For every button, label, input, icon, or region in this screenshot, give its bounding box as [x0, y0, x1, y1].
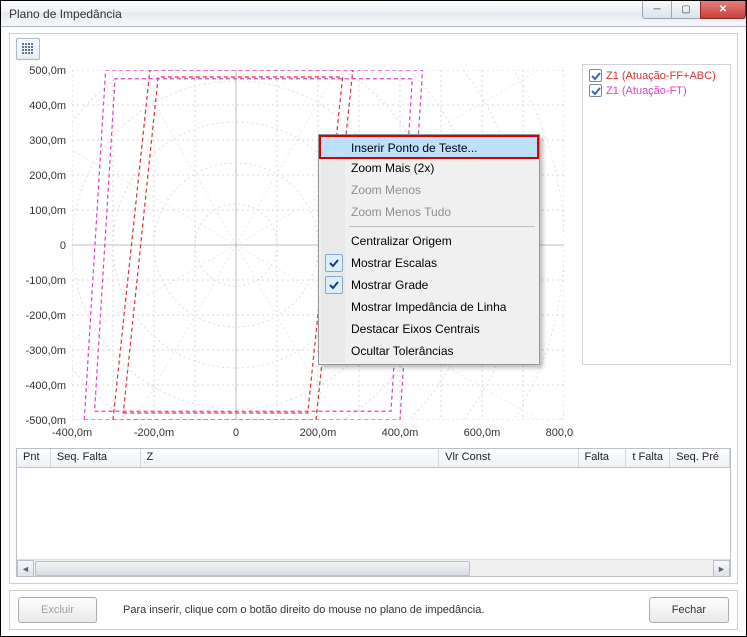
- menu-item[interactable]: Inserir Ponto de Teste...: [319, 135, 539, 159]
- menu-item: Zoom Menos Tudo: [321, 201, 537, 223]
- legend-label: Z1 (Atuação-FT): [606, 85, 687, 97]
- menu-item-label: Mostrar Impedância de Linha: [351, 300, 506, 314]
- window-title: Plano de Impedância: [9, 7, 122, 21]
- scroll-right-button[interactable]: ►: [713, 560, 730, 577]
- svg-text:300,0m: 300,0m: [29, 135, 66, 147]
- svg-text:0: 0: [60, 240, 66, 252]
- legend-item[interactable]: Z1 (Atuação-FF+ABC): [589, 69, 724, 82]
- menu-item[interactable]: Destacar Eixos Centrais: [321, 318, 537, 340]
- svg-text:400,0m: 400,0m: [382, 427, 419, 439]
- menu-item-label: Centralizar Origem: [351, 234, 452, 248]
- menu-item[interactable]: Zoom Mais (2x): [321, 157, 537, 179]
- table-body: [17, 468, 730, 559]
- legend-checkbox[interactable]: [589, 69, 602, 82]
- grid-icon: [21, 42, 35, 56]
- menu-item-label: Zoom Mais (2x): [351, 161, 434, 175]
- check-icon: [591, 86, 601, 96]
- column-header[interactable]: Seq. Falta: [51, 449, 141, 467]
- menu-item[interactable]: Mostrar Escalas: [321, 252, 537, 274]
- svg-text:-400,0m: -400,0m: [26, 380, 66, 392]
- table-header: PntSeq. FaltaZVlr ConstFaltat FaltaSeq. …: [17, 449, 730, 468]
- menu-item-label: Zoom Menos: [351, 183, 421, 197]
- menu-item[interactable]: Mostrar Impedância de Linha: [321, 296, 537, 318]
- menu-item-label: Mostrar Escalas: [351, 256, 437, 270]
- svg-text:-200,0m: -200,0m: [26, 310, 66, 322]
- menu-separator: [349, 226, 535, 227]
- column-header[interactable]: Seq. Pré: [670, 449, 730, 467]
- close-button[interactable]: ✕: [700, 1, 746, 19]
- column-header[interactable]: Vlr Const: [439, 449, 578, 467]
- check-icon: [591, 71, 601, 81]
- svg-text:0: 0: [233, 427, 239, 439]
- scroll-left-button[interactable]: ◄: [17, 560, 34, 577]
- svg-text:500,0m: 500,0m: [29, 65, 66, 77]
- menu-item-label: Inserir Ponto de Teste...: [351, 141, 478, 155]
- column-header[interactable]: Z: [141, 449, 440, 467]
- titlebar: Plano de Impedância ─ ▢ ✕: [1, 1, 746, 27]
- menu-item: Zoom Menos: [321, 179, 537, 201]
- svg-text:100,0m: 100,0m: [29, 205, 66, 217]
- legend-checkbox[interactable]: [589, 84, 602, 97]
- bottom-toolbar: Excluir Para inserir, clique com o botão…: [9, 590, 738, 630]
- svg-text:600,0m: 600,0m: [464, 427, 501, 439]
- horizontal-scrollbar[interactable]: ◄ ►: [17, 559, 730, 576]
- check-icon: [325, 254, 343, 272]
- menu-item-label: Ocultar Tolerâncias: [351, 344, 454, 358]
- legend-label: Z1 (Atuação-FF+ABC): [606, 70, 716, 82]
- column-header[interactable]: Pnt: [17, 449, 51, 467]
- check-icon: [325, 276, 343, 294]
- main-panel: 500,0m 400,0m 300,0m 200,0m 100,0m 0 -100,0m -2…: [9, 33, 738, 584]
- menu-item-label: Zoom Menos Tudo: [351, 205, 451, 219]
- svg-text:400,0m: 400,0m: [29, 100, 66, 112]
- points-table: PntSeq. FaltaZVlr ConstFaltat FaltaSeq. …: [16, 448, 731, 577]
- minimize-button[interactable]: ─: [642, 1, 672, 19]
- column-header[interactable]: t Falta: [626, 449, 670, 467]
- legend-panel: Z1 (Atuação-FF+ABC) Z1 (Atuação-FT): [582, 64, 731, 365]
- close-dialog-button[interactable]: Fechar: [649, 597, 729, 623]
- svg-text:-100,0m: -100,0m: [26, 275, 66, 287]
- svg-text:-400,0m: -400,0m: [52, 427, 92, 439]
- svg-text:200,0m: 200,0m: [300, 427, 337, 439]
- svg-text:-200,0m: -200,0m: [134, 427, 174, 439]
- hint-text: Para inserir, clique com o botão direito…: [123, 604, 484, 616]
- svg-text:-300,0m: -300,0m: [26, 345, 66, 357]
- svg-text:-500,0m: -500,0m: [26, 415, 66, 427]
- maximize-button[interactable]: ▢: [671, 1, 701, 19]
- grid-toolbar-button[interactable]: [16, 38, 40, 60]
- menu-item-label: Destacar Eixos Centrais: [351, 322, 480, 336]
- menu-item[interactable]: Ocultar Tolerâncias: [321, 340, 537, 362]
- delete-button[interactable]: Excluir: [18, 597, 97, 623]
- context-menu: Inserir Ponto de Teste... Zoom Mais (2x) Z…: [318, 134, 540, 365]
- svg-text:200,0m: 200,0m: [29, 170, 66, 182]
- menu-item[interactable]: Mostrar Grade: [321, 274, 537, 296]
- svg-text:800,0m: 800,0m: [546, 427, 574, 439]
- scroll-thumb[interactable]: [35, 561, 470, 576]
- legend-item[interactable]: Z1 (Atuação-FT): [589, 84, 724, 97]
- menu-item[interactable]: Centralizar Origem: [321, 230, 537, 252]
- column-header[interactable]: Falta: [579, 449, 627, 467]
- menu-item-label: Mostrar Grade: [351, 278, 428, 292]
